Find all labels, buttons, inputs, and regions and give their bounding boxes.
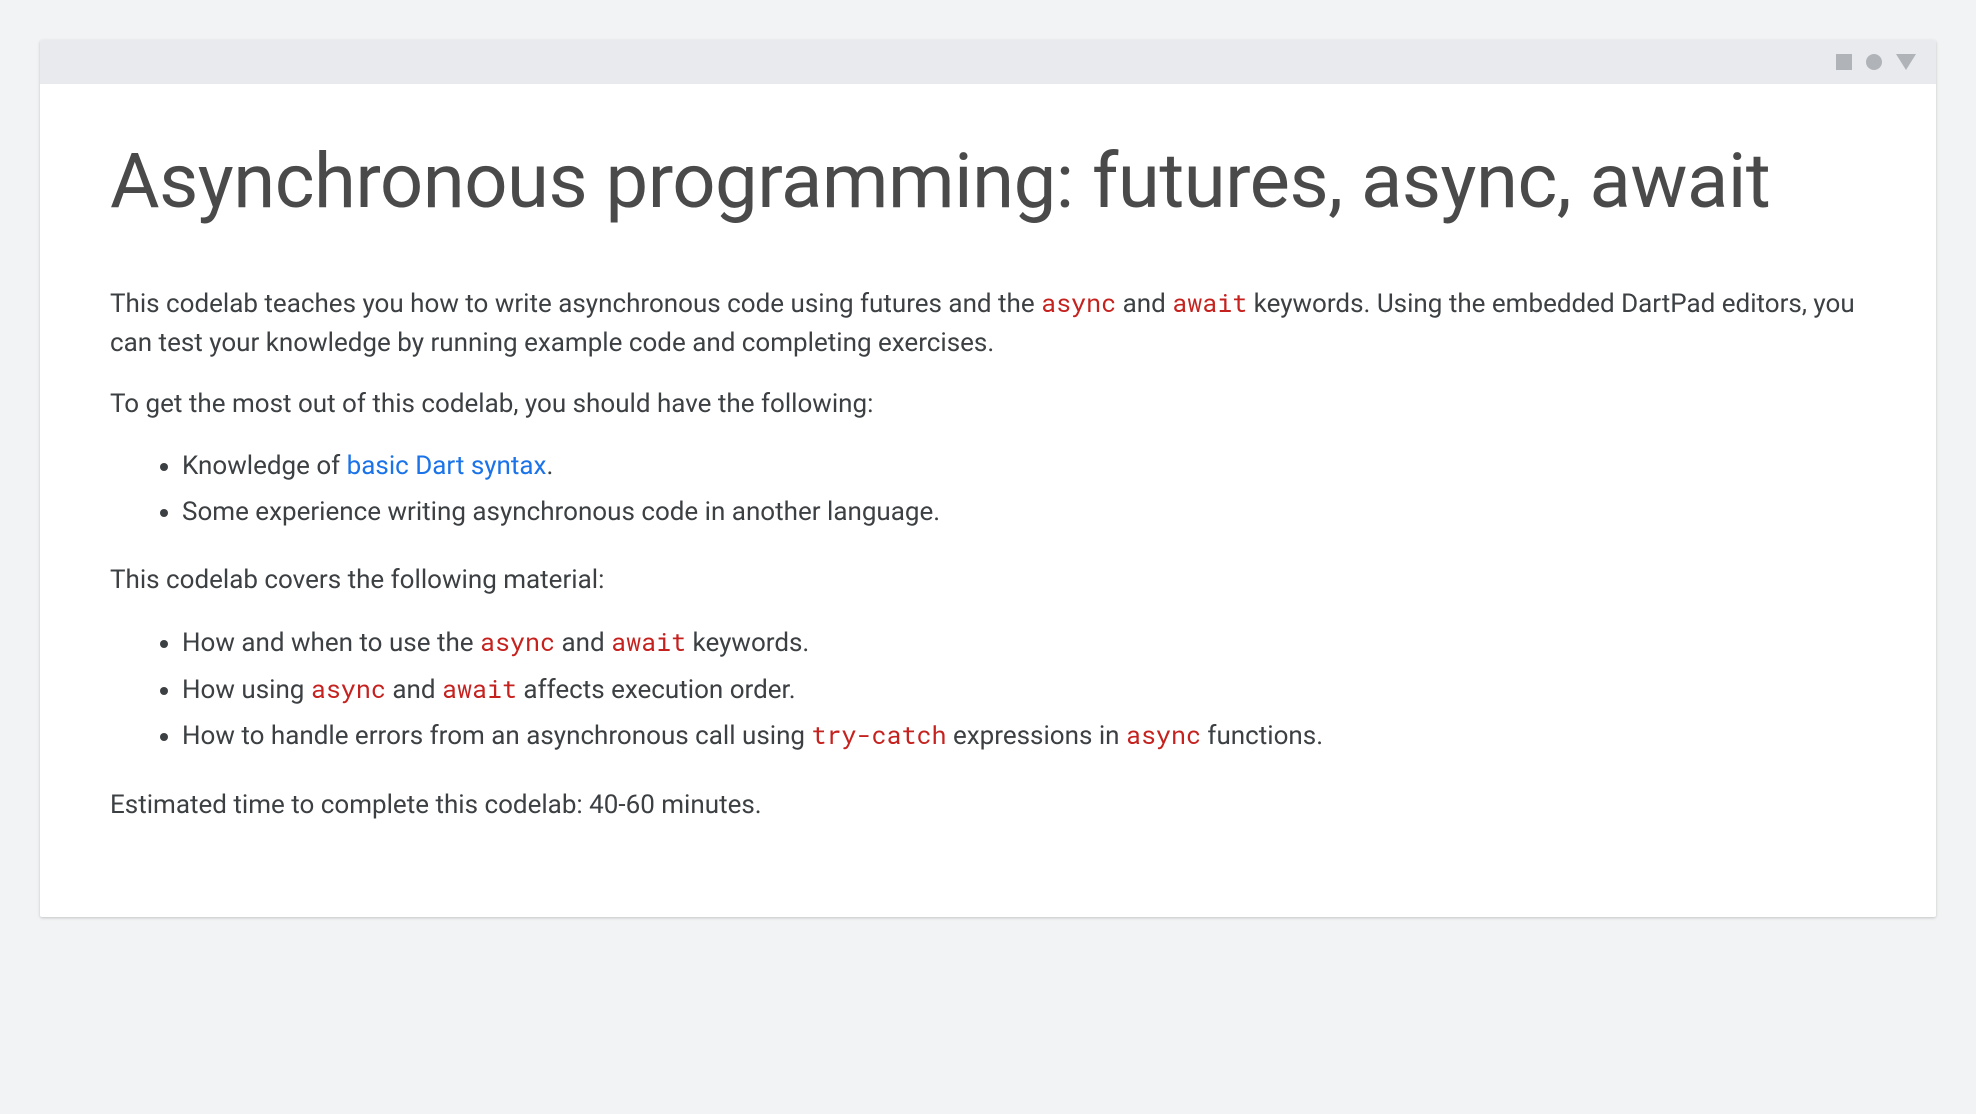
circle-icon xyxy=(1866,54,1882,70)
text: and xyxy=(1116,289,1172,319)
page-title: Asynchronous programming: futures, async… xyxy=(110,139,1866,224)
prereq-intro: To get the most out of this codelab, you… xyxy=(110,385,1866,424)
list-item: How using async and await affects execut… xyxy=(182,669,1866,712)
square-icon xyxy=(1836,54,1852,70)
list-item: How and when to use the async and await … xyxy=(182,622,1866,665)
text: keywords. xyxy=(686,628,809,658)
list-item: How to handle errors from an asynchronou… xyxy=(182,715,1866,758)
document-content: Asynchronous programming: futures, async… xyxy=(40,84,1936,917)
link-basic-dart-syntax[interactable]: basic Dart syntax xyxy=(347,451,547,481)
text: How using xyxy=(182,675,311,705)
covers-list: How and when to use the async and await … xyxy=(110,622,1866,758)
text: and xyxy=(386,675,442,705)
code-async: async xyxy=(480,625,555,658)
code-async: async xyxy=(1041,286,1116,319)
text: Knowledge of xyxy=(182,451,347,481)
text: affects execution order. xyxy=(517,675,796,705)
text: expressions in xyxy=(947,721,1126,751)
triangle-down-icon xyxy=(1896,54,1916,70)
text: How to handle errors from an asynchronou… xyxy=(182,721,811,751)
code-async: async xyxy=(1126,718,1201,751)
text: How and when to use the xyxy=(182,628,480,658)
list-item: Some experience writing asynchronous cod… xyxy=(182,492,1866,534)
document-window: Asynchronous programming: futures, async… xyxy=(40,40,1936,917)
covers-intro: This codelab covers the following materi… xyxy=(110,561,1866,600)
text: and xyxy=(555,628,611,658)
text: This codelab teaches you how to write as… xyxy=(110,289,1041,319)
estimated-time: Estimated time to complete this codelab:… xyxy=(110,786,1866,825)
text: functions. xyxy=(1201,721,1323,751)
list-item: Knowledge of basic Dart syntax. xyxy=(182,446,1866,488)
code-async: async xyxy=(311,672,386,705)
code-await: await xyxy=(611,625,686,658)
code-await: await xyxy=(1172,286,1247,319)
code-await: await xyxy=(442,672,517,705)
window-titlebar xyxy=(40,40,1936,84)
prereq-list: Knowledge of basic Dart syntax. Some exp… xyxy=(110,446,1866,533)
code-try-catch: try-catch xyxy=(811,718,946,751)
intro-paragraph: This codelab teaches you how to write as… xyxy=(110,284,1866,363)
text: . xyxy=(546,451,553,481)
